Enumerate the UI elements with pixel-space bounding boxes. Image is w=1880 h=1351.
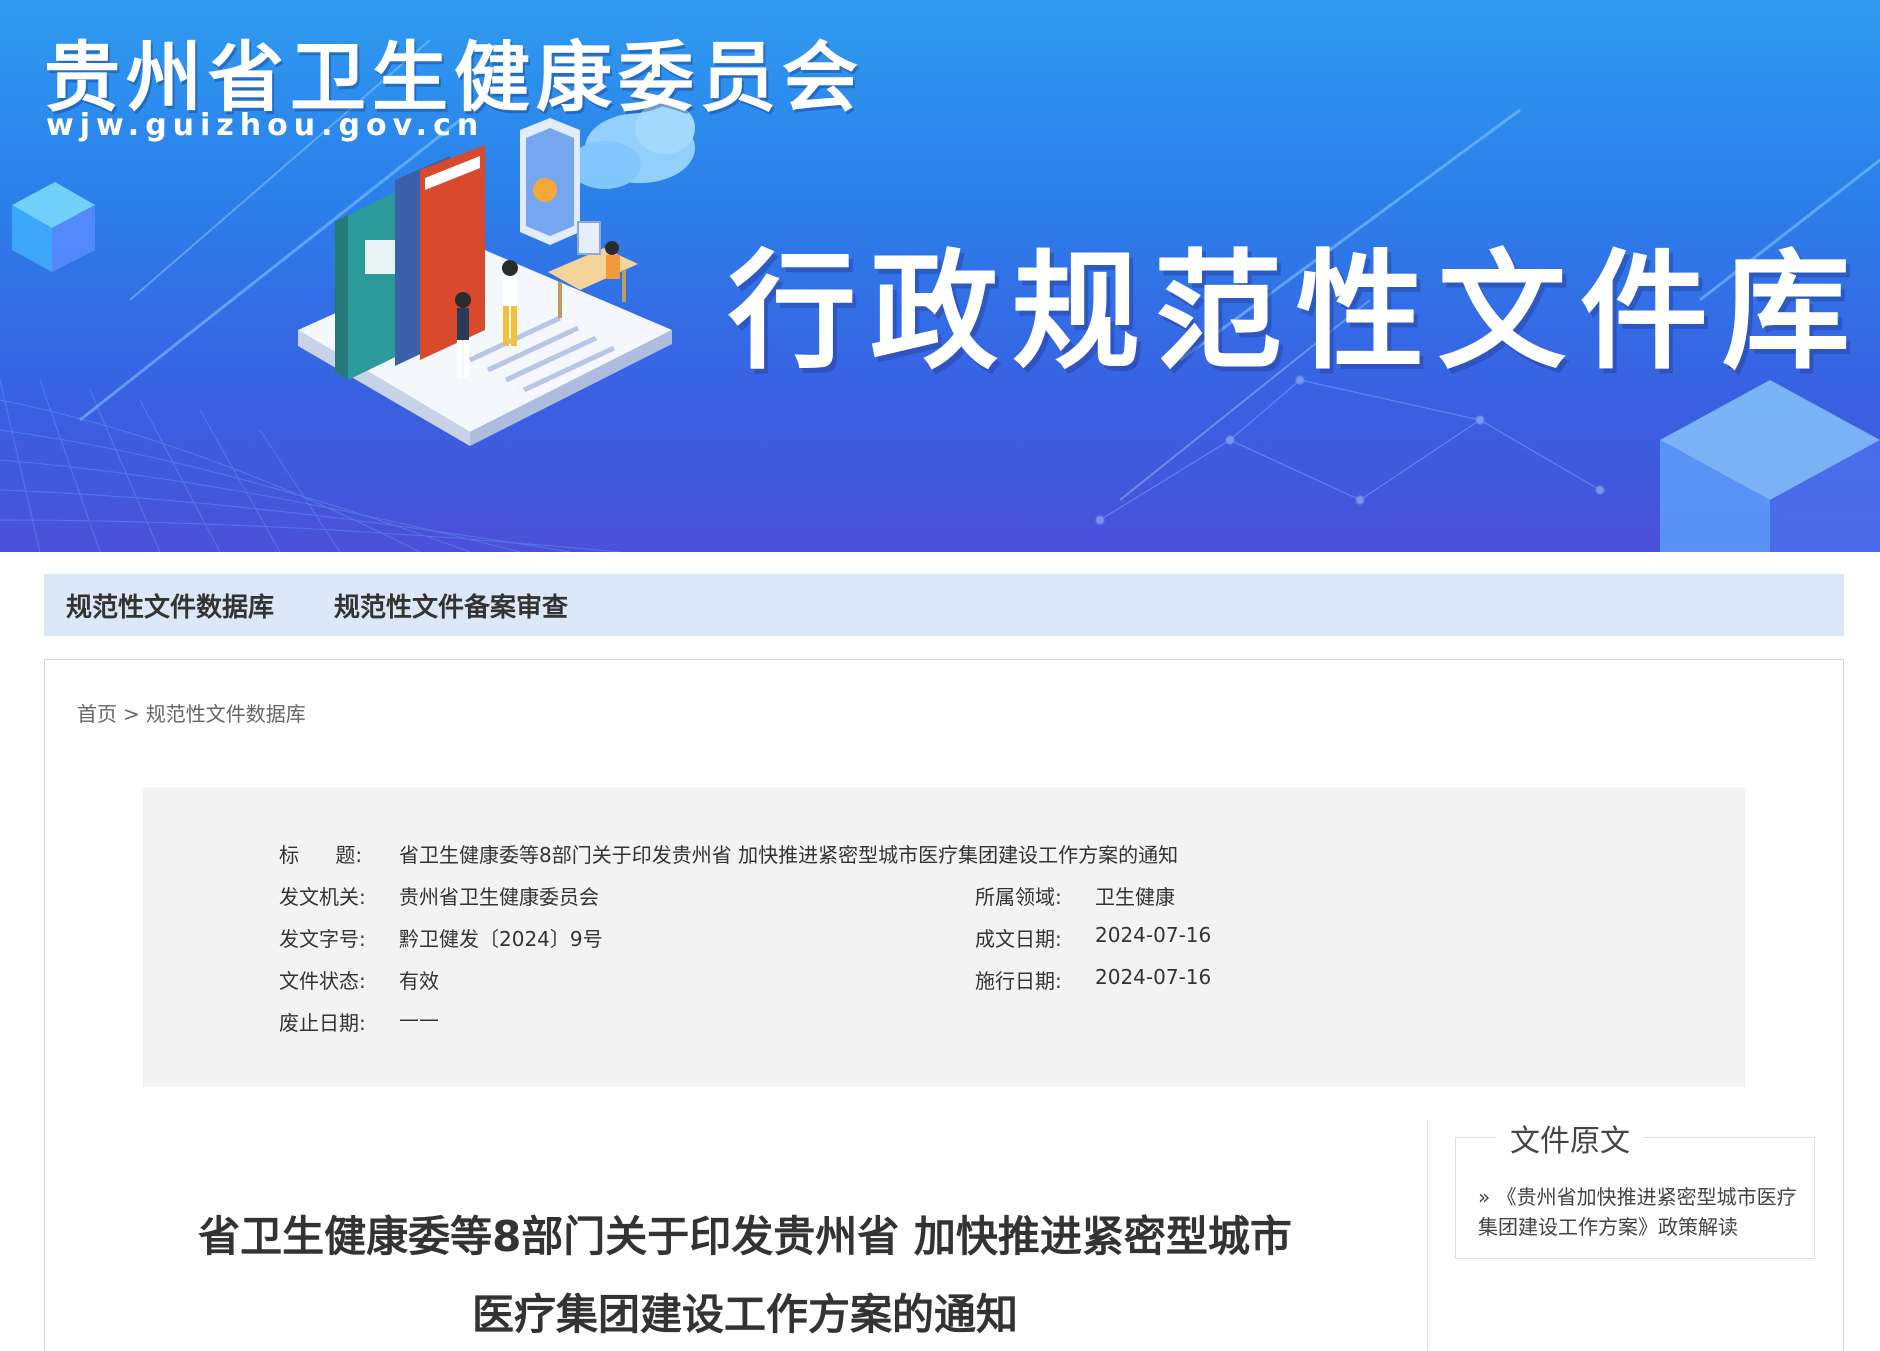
- cube-right-icon: [1660, 380, 1880, 552]
- info-label-field: 所属领域:: [975, 885, 1062, 909]
- content-panel: 首页 > 规范性文件数据库 标 题: 省卫生健康委等8部门关于印发贵州省 加快推进紧…: [44, 659, 1844, 1351]
- info-label-title: 标 题:: [279, 843, 363, 867]
- info-value-field: 卫生健康: [1095, 885, 1175, 909]
- info-value-status: 有效: [399, 969, 439, 993]
- breadcrumb-home-link[interactable]: 首页: [77, 702, 117, 726]
- breadcrumb-current-link[interactable]: 规范性文件数据库: [146, 702, 306, 726]
- document-title-line2: 医疗集团建设工作方案的通知: [471, 1290, 1018, 1339]
- breadcrumb-separator: >: [123, 702, 140, 726]
- banner-title: 行政规范性文件库: [728, 238, 1865, 387]
- nav-item-filing-review[interactable]: 规范性文件备案审查: [334, 587, 568, 624]
- original-file-title: 文件原文: [1496, 1116, 1644, 1160]
- original-file-box: 文件原文 » 《贵州省加快推进紧密型城市医疗集团建设工作方案》政策解读: [1455, 1116, 1815, 1259]
- info-value-effective: 2024-07-16: [1095, 965, 1212, 989]
- info-value-title: 省卫生健康委等8部门关于印发贵州省 加快推进紧密型城市医疗集团建设工作方案的通知: [399, 843, 1179, 867]
- main-nav: 规范性文件数据库 规范性文件备案审查: [44, 574, 1844, 636]
- header-banner: 贵州省卫生健康委员会 wjw.guizhou.gov.cn 行政规范性文件库: [0, 0, 1880, 552]
- cube-left-icon: [12, 182, 95, 272]
- info-label-created: 成文日期:: [975, 927, 1062, 951]
- info-value-doc-no: 黔卫健发〔2024〕9号: [399, 927, 603, 951]
- info-label-status: 文件状态:: [279, 969, 366, 993]
- site-domain: wjw.guizhou.gov.cn: [46, 108, 485, 143]
- info-value-repeal: ——: [399, 1007, 439, 1031]
- document-title: 省卫生健康委等8部门关于印发贵州省 加快推进紧密型城市 医疗集团建设工作方案的通…: [115, 1198, 1375, 1351]
- policy-interpretation-link[interactable]: » 《贵州省加快推进紧密型城市医疗集团建设工作方案》政策解读: [1478, 1182, 1798, 1242]
- info-value-issuer: 贵州省卫生健康委员会: [399, 885, 599, 909]
- breadcrumb: 首页 > 规范性文件数据库: [77, 698, 306, 727]
- document-title-line1: 省卫生健康委等8部门关于印发贵州省 加快推进紧密型城市: [198, 1212, 1292, 1261]
- nav-item-normative-database[interactable]: 规范性文件数据库: [66, 587, 274, 624]
- info-value-created: 2024-07-16: [1095, 923, 1212, 947]
- info-label-effective: 施行日期:: [975, 969, 1062, 993]
- document-info-box: 标 题: 省卫生健康委等8部门关于印发贵州省 加快推进紧密型城市医疗集团建设工作…: [143, 787, 1745, 1087]
- info-label-issuer: 发文机关:: [279, 885, 366, 909]
- content-divider: [1427, 1120, 1428, 1351]
- info-label-doc-no: 发文字号:: [279, 927, 366, 951]
- info-label-repeal: 废止日期:: [279, 1011, 366, 1035]
